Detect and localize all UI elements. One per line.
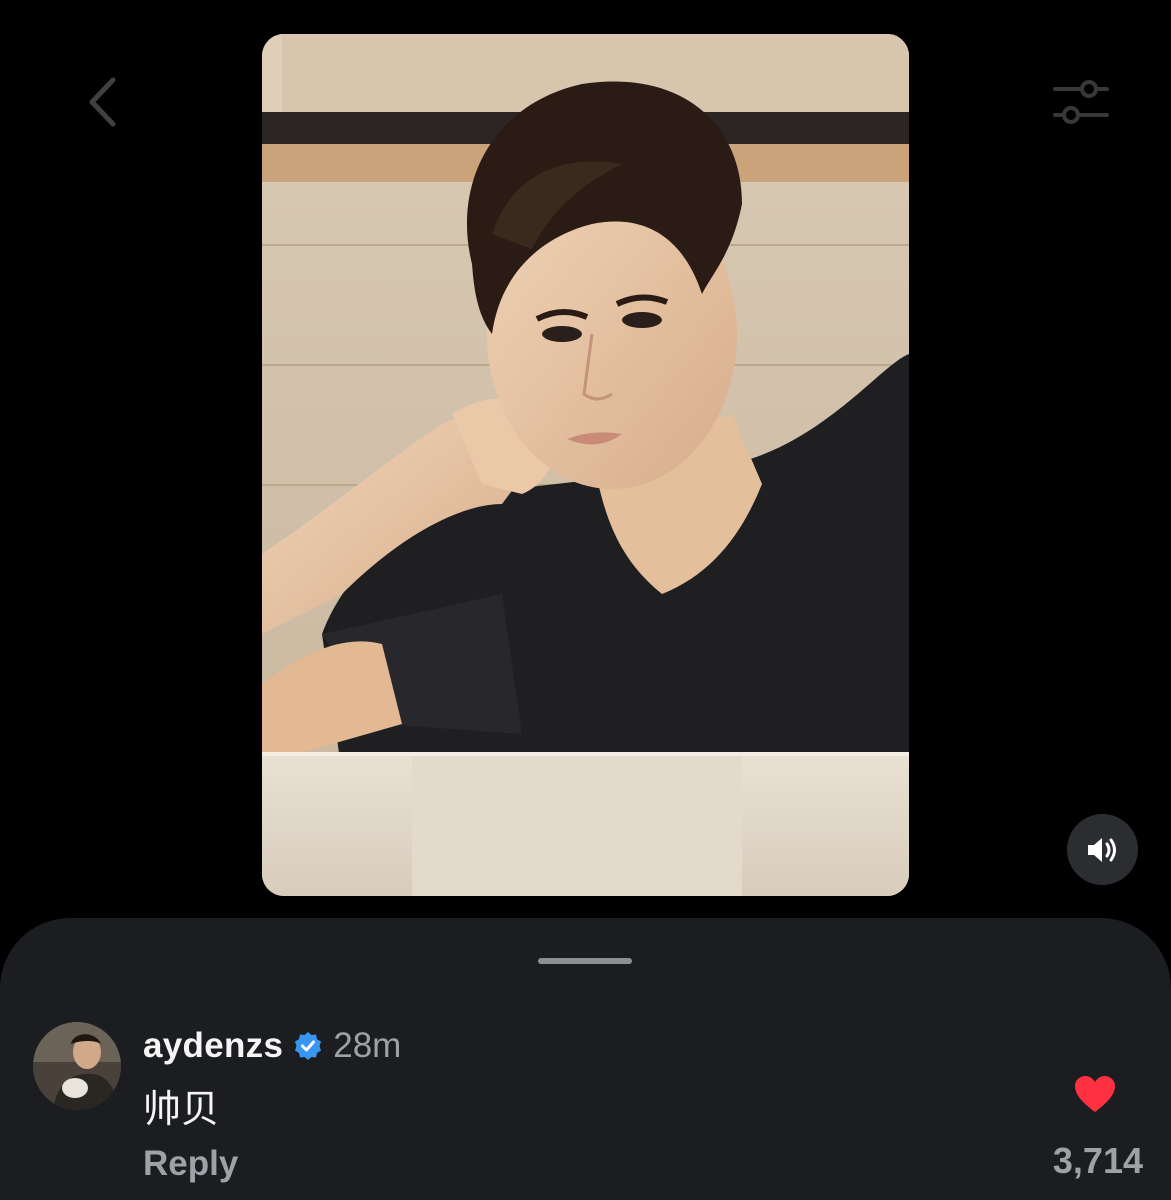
sliders-icon: [1053, 80, 1109, 124]
like-count: 3,714: [1052, 1140, 1143, 1181]
story-viewer: aydenzs 28m 帅贝 Reply 3,714: [0, 0, 1171, 1200]
filter-button[interactable]: [1046, 70, 1116, 134]
verified-badge-icon: [293, 1031, 323, 1061]
portrait-photo: [262, 34, 909, 896]
like-button[interactable]: [1071, 1072, 1119, 1116]
sound-toggle-button[interactable]: [1067, 814, 1138, 885]
back-button[interactable]: [78, 70, 126, 134]
comment-header: aydenzs 28m: [143, 1022, 401, 1070]
heart-icon: [1075, 1076, 1115, 1112]
comment-timestamp: 28m: [333, 1026, 402, 1065]
reply-button[interactable]: Reply: [143, 1144, 238, 1184]
avatar-image: [33, 1022, 121, 1110]
story-media[interactable]: [262, 34, 909, 896]
comments-sheet: aydenzs 28m 帅贝 Reply 3,714: [0, 918, 1171, 1200]
comment-text: 帅贝: [143, 1087, 220, 1131]
speaker-icon: [1087, 837, 1116, 862]
chevron-left-icon: [89, 77, 116, 127]
avatar[interactable]: [33, 1022, 121, 1110]
sheet-drag-handle[interactable]: [538, 958, 632, 964]
username[interactable]: aydenzs: [143, 1026, 283, 1066]
